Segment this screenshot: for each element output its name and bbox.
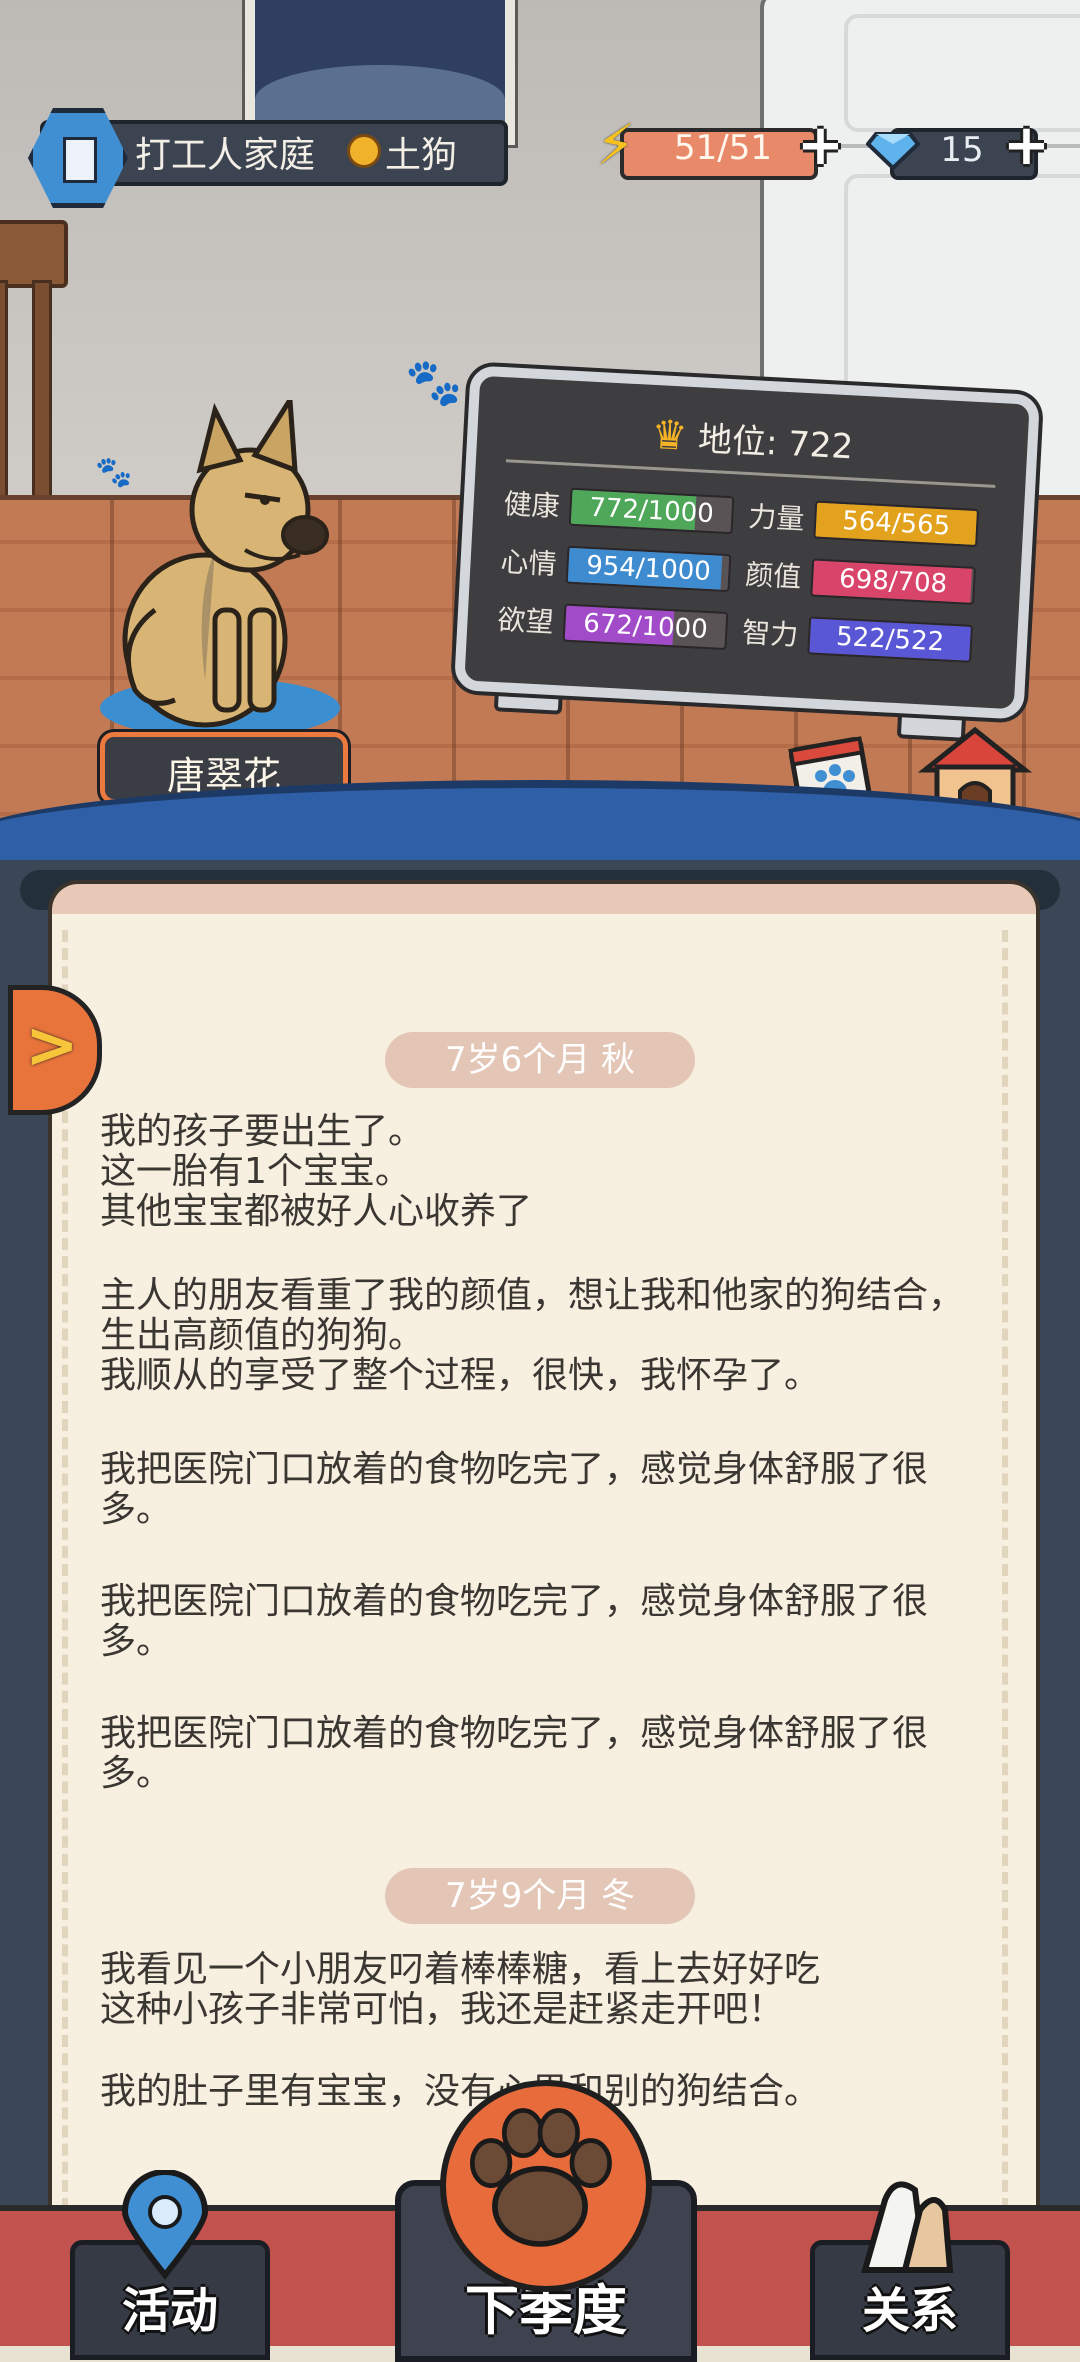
stat-bar: 698/708	[810, 558, 977, 605]
stat-bar: 954/1000	[565, 545, 732, 593]
stat-bar: 672/1000	[562, 603, 729, 651]
paw-icon[interactable]	[440, 2080, 652, 2292]
stat-name: 力量	[747, 500, 806, 536]
stats-board[interactable]: ♛ 地位: 722 健康 772/1000 心情 954/1000 欲望 672/1000…	[453, 365, 1041, 720]
stat-name: 健康	[502, 487, 561, 524]
stat-4: 颜值 698/708	[744, 553, 986, 606]
paw-print-decoration: 🐾	[405, 355, 463, 409]
medal-icon	[347, 134, 381, 168]
lightning-icon: ⚡	[596, 113, 636, 178]
stat-0: 健康 772/1000	[503, 482, 745, 535]
map-pin-icon	[121, 2170, 209, 2280]
scroll-border-left	[62, 930, 68, 2210]
stat-bar: 564/565	[813, 500, 980, 548]
add-gems-button[interactable]: +	[1003, 118, 1050, 174]
stat-name: 智力	[741, 615, 800, 652]
story-paragraph: 我把医院门口放着的食物吃完了，感觉身体舒服了很多。	[100, 1449, 929, 1530]
add-energy-button[interactable]: +	[797, 118, 844, 174]
energy-value: 51/51	[674, 128, 772, 168]
stat-name: 心情	[499, 545, 558, 582]
family-name: 打工人家庭	[135, 135, 316, 176]
stat-2: 欲望 672/1000	[497, 598, 739, 651]
activity-label: 活动	[121, 2283, 218, 2339]
rank-label: 土狗	[385, 135, 458, 176]
stat-name: 欲望	[496, 603, 555, 639]
stat-bar: 522/522	[807, 616, 973, 663]
scroll-top-edge	[48, 880, 1040, 914]
chevron-right-icon: >	[25, 1009, 79, 1083]
season-header: 7岁9个月 冬	[385, 1868, 695, 1924]
status-label: 地位: 722	[697, 419, 855, 468]
story-paragraph: 我看见一个小朋友叼着棒棒糖，看上去好好吃 这种小孩子非常可怕，我还是赶紧走开吧！	[100, 1949, 821, 2030]
handshake-icon	[861, 2181, 954, 2273]
crown-icon: ♛	[650, 411, 689, 460]
relations-label: 关系	[861, 2283, 958, 2339]
story-paragraph: 我的孩子要出生了。 这一胎有1个宝宝。 其他宝宝都被好人心收养了	[100, 1111, 533, 1232]
status-title: ♛ 地位: 722	[477, 400, 1029, 478]
stat-bar: 772/1000	[568, 487, 735, 535]
dog-character[interactable]	[95, 400, 345, 730]
stat-1: 心情 954/1000	[500, 540, 742, 593]
stat-name: 颜值	[744, 557, 803, 594]
stat-5: 智力 522/522	[741, 611, 983, 664]
stat-3: 力量 564/565	[747, 495, 989, 548]
diamond-icon	[866, 132, 920, 171]
story-paragraph: 我把医院门口放着的食物吃完了，感觉身体舒服了很多。	[100, 1713, 929, 1794]
story-paragraph: 我把医院门口放着的食物吃完了，感觉身体舒服了很多。	[100, 1581, 929, 1662]
season-header: 7岁6个月 秋	[385, 1032, 695, 1088]
story-paragraph: 主人的朋友看重了我的颜值，想让我和他家的狗结合，生出高颜值的狗狗。 我顺从的享受…	[100, 1275, 965, 1396]
gem-count: 15	[940, 130, 984, 170]
scroll-border-right	[1002, 930, 1008, 2210]
